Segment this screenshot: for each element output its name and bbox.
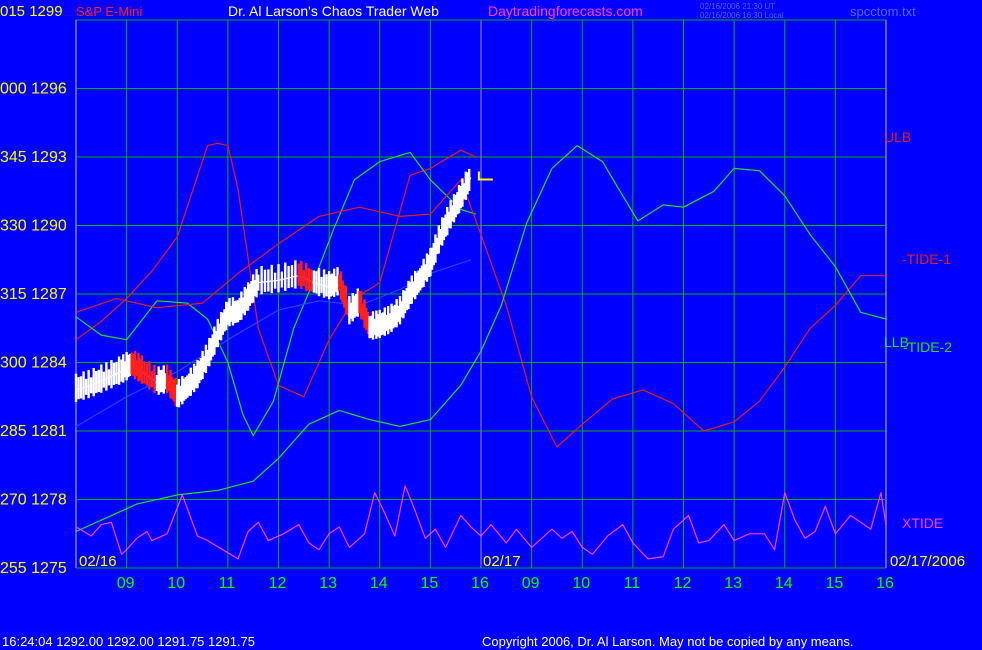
header-title: Dr. Al Larson's Chaos Trader Web [228, 3, 439, 19]
y-tick-label: 315 1287 [0, 286, 67, 303]
x-tick-label: 12 [674, 575, 692, 592]
x-tick-label: 14 [775, 575, 793, 592]
x-tick-label: 15 [825, 575, 843, 592]
x-tick-label: 11 [219, 575, 236, 592]
y-tick-label: 300 1284 [0, 355, 67, 372]
x-tick-label: 13 [724, 575, 742, 592]
x-tick-label: 16 [876, 575, 894, 592]
header-corner-label: 015 1299 [0, 3, 63, 20]
header-stamp-local: 02/16/2006 16:30 Local [700, 11, 784, 20]
x-tick-label: 15 [420, 575, 438, 592]
header-file: spcctom.txt [850, 4, 916, 19]
y-tick-label: 285 1281 [0, 423, 67, 440]
annotation-tide2: -TIDE-2 [903, 339, 952, 355]
x-tick-label: 10 [167, 575, 185, 592]
footer-quote: 16:24:04 1292.00 1292.00 1291.75 1291.75 [2, 634, 255, 649]
x-tick-label: 11 [624, 575, 641, 592]
header-stamp-ut: 02/16/2006 21:30 UT [700, 2, 775, 11]
y-tick-label: 345 1293 [0, 149, 67, 166]
date-label-start: 02/16 [79, 553, 117, 570]
x-tick-label: 09 [117, 575, 135, 592]
x-tick-label: 16 [471, 575, 489, 592]
y-tick-label: 255 1275 [0, 560, 67, 577]
annotation-tide1: -TIDE-1 [902, 251, 951, 267]
annotation-ulb: ULB [884, 129, 911, 145]
annotation-xtide: XTIDE [902, 515, 943, 531]
chaos-chart: 000 1296 345 1293 330 1290 315 1287 300 1284… [0, 0, 982, 650]
footer-copyright: Copyright 2006, Dr. Al Larson. May not b… [482, 634, 853, 649]
date-label-mid: 02/17 [483, 553, 521, 570]
y-tick-label: 270 1278 [0, 492, 67, 509]
y-tick-label: 000 1296 [0, 81, 67, 98]
header-site-link[interactable]: Daytradingforecasts.com [488, 3, 643, 19]
x-tick-label: 14 [370, 575, 388, 592]
date-label-end: 02/17/2006 [890, 553, 965, 570]
x-tick-label: 10 [572, 575, 590, 592]
x-tick-label: 09 [522, 575, 540, 592]
y-tick-label: 330 1290 [0, 218, 67, 235]
x-tick-label: 12 [269, 575, 287, 592]
x-tick-label: 13 [319, 575, 337, 592]
header-brand: S&P E-Mini [76, 4, 142, 19]
